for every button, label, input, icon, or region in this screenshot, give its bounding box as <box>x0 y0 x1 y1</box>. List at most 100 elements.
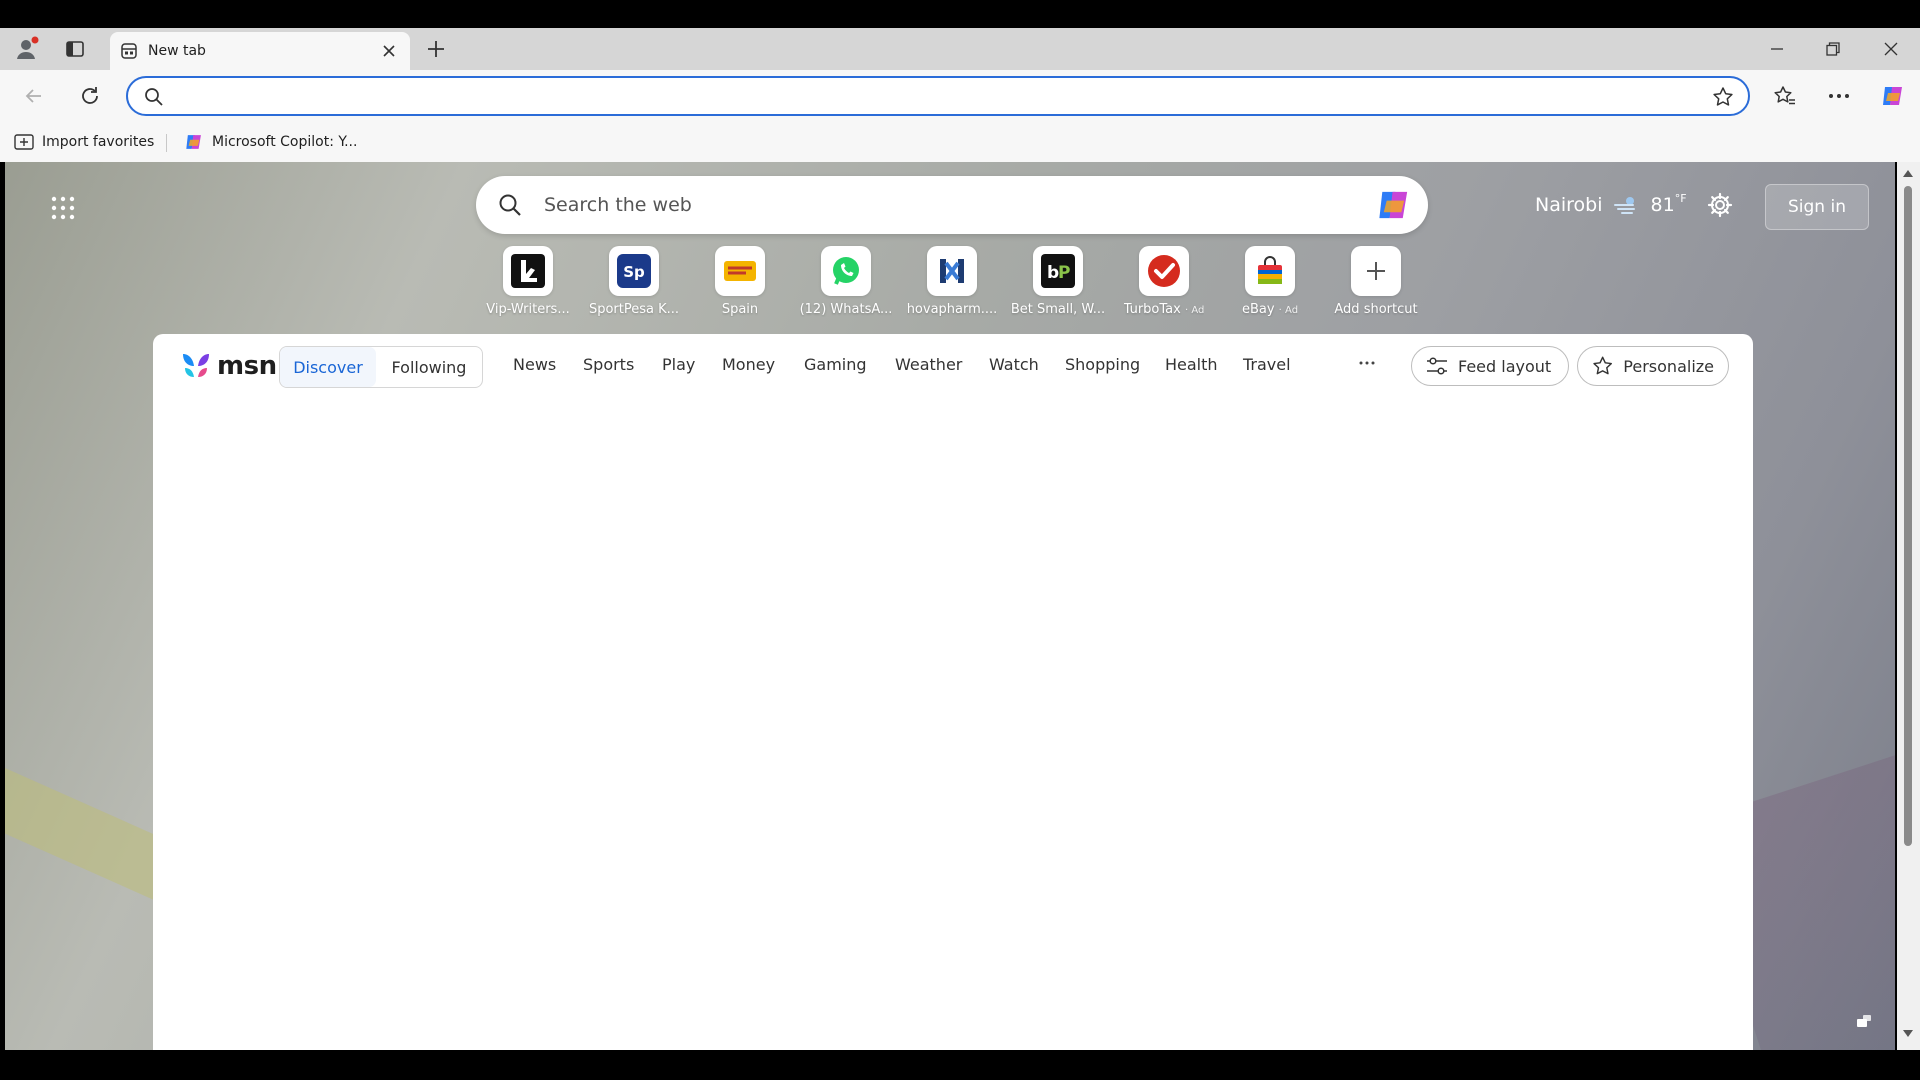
refresh-button[interactable] <box>74 80 106 112</box>
shortcut-label: TurboTax · Ad <box>1123 302 1205 317</box>
close-tab-button[interactable] <box>378 40 400 62</box>
tab-following[interactable]: Following <box>376 347 482 387</box>
more-horizontal-icon <box>1359 361 1375 365</box>
tab-discover[interactable]: Discover <box>280 347 376 387</box>
category-watch[interactable]: Watch <box>989 355 1039 374</box>
profile-button[interactable] <box>10 34 44 64</box>
arrow-left-icon <box>25 89 41 103</box>
tab-actions-icon <box>66 41 84 57</box>
shortcut-label: (12) WhatsA... <box>799 302 893 317</box>
apps-launcher-button[interactable] <box>45 190 81 226</box>
address-input[interactable] <box>172 85 1652 107</box>
gear-icon <box>1707 192 1733 218</box>
search-icon <box>499 194 521 216</box>
restore-icon <box>1826 42 1840 56</box>
vertical-tabs-button[interactable] <box>58 34 92 64</box>
new-tab-page-icon <box>121 43 137 59</box>
shortcut-label: eBay · Ad <box>1241 302 1299 317</box>
import-favorites-button[interactable]: Import favorites <box>14 130 154 154</box>
feed-layout-button[interactable]: Feed layout <box>1411 346 1569 386</box>
profile-icon <box>17 36 39 59</box>
personalize-button[interactable]: Personalize <box>1577 346 1729 386</box>
scrollbar-thumb[interactable] <box>1904 186 1912 846</box>
copilot-icon <box>1883 87 1902 105</box>
hovapharm-logo-icon <box>940 259 964 283</box>
spain-site-logo-icon <box>724 261 756 281</box>
weather-widget[interactable]: Nairobi 81 °F <box>1535 190 1687 220</box>
tab-new-tab[interactable]: New tab <box>110 32 410 70</box>
restore-button[interactable] <box>1810 34 1856 64</box>
address-bar[interactable] <box>126 76 1750 116</box>
shortcut-vip-writers[interactable]: Vip-Writers... <box>475 246 581 324</box>
close-icon <box>383 45 395 57</box>
shortcut-betpawa[interactable]: b P Bet Small, W... <box>1005 246 1111 324</box>
shortcut-label: Vip-Writers... <box>486 302 570 317</box>
close-icon <box>1884 42 1898 56</box>
close-window-button[interactable] <box>1868 34 1914 64</box>
msn-wordmark: msn <box>217 351 277 381</box>
favorites-star-list-icon <box>1774 86 1795 105</box>
star-icon <box>1713 87 1733 106</box>
sportpesa-logo-icon: Sp <box>617 254 651 288</box>
sliders-icon <box>1427 357 1447 375</box>
scroll-up-arrow[interactable] <box>1903 170 1913 177</box>
web-search-input[interactable] <box>544 192 1324 218</box>
copilot-icon <box>1379 191 1408 219</box>
turbotax-logo-icon <box>1148 255 1180 287</box>
search-icon <box>145 88 163 106</box>
minimize-button[interactable] <box>1754 34 1800 64</box>
browser-toolbar <box>0 70 1920 122</box>
shortcut-tile <box>821 246 871 296</box>
shortcut-whatsapp[interactable]: (12) WhatsA... <box>793 246 899 324</box>
new-tab-button[interactable] <box>420 34 452 64</box>
feedback-button[interactable] <box>1852 1010 1876 1034</box>
more-horizontal-icon <box>1829 94 1849 98</box>
category-shopping[interactable]: Shopping <box>1065 355 1140 374</box>
shortcut-tile <box>503 246 553 296</box>
bookmark-label: Microsoft Copilot: Y... <box>212 134 358 150</box>
msn-butterfly-icon <box>183 354 209 377</box>
tab-strip: New tab <box>0 28 1920 70</box>
category-play[interactable]: Play <box>662 355 695 374</box>
settings-more-button[interactable] <box>1822 80 1856 112</box>
favorite-this-page-button[interactable] <box>1712 86 1734 112</box>
category-health[interactable]: Health <box>1165 355 1218 374</box>
category-sports[interactable]: Sports <box>583 355 634 374</box>
shortcut-label: Spain <box>721 302 759 317</box>
web-search-box[interactable] <box>476 176 1428 234</box>
shortcut-sportpesa[interactable]: Sp SportPesa K... <box>581 246 687 324</box>
copilot-button[interactable] <box>1876 80 1910 112</box>
copilot-search-button[interactable] <box>1374 186 1414 228</box>
refresh-icon <box>82 87 98 104</box>
category-news[interactable]: News <box>513 355 556 374</box>
category-travel[interactable]: Travel <box>1243 355 1291 374</box>
new-tab-page: Nairobi 81 °F Sign in Vip-Writers... <box>5 162 1895 1050</box>
whatsapp-icon <box>833 257 859 285</box>
bookmark-microsoft-copilot[interactable]: Microsoft Copilot: Y... <box>184 130 357 154</box>
shortcut-spain[interactable]: Spain <box>687 246 793 324</box>
shortcut-label: Add shortcut <box>1334 302 1418 317</box>
favorites-button[interactable] <box>1768 80 1802 112</box>
category-money[interactable]: Money <box>722 355 775 374</box>
shortcut-turbotax[interactable]: TurboTax · Ad <box>1111 246 1217 324</box>
back-button[interactable] <box>18 80 50 112</box>
add-shortcut-button[interactable]: Add shortcut <box>1323 246 1429 324</box>
page-settings-button[interactable] <box>1703 188 1737 222</box>
more-categories-button[interactable] <box>1353 351 1381 375</box>
import-favorites-label: Import favorites <box>42 134 155 150</box>
shortcut-label: hovapharm.... <box>906 302 998 317</box>
shortcut-tile <box>715 246 765 296</box>
shortcut-tile: Sp <box>609 246 659 296</box>
betpawa-logo-icon: b P <box>1041 254 1075 288</box>
msn-logo[interactable]: msn <box>179 348 277 384</box>
shortcut-tile <box>1245 246 1295 296</box>
feed-mode-toggle: Discover Following <box>279 346 483 388</box>
sign-in-button[interactable]: Sign in <box>1765 184 1869 230</box>
category-weather[interactable]: Weather <box>895 355 962 374</box>
shortcut-tile <box>1351 246 1401 296</box>
category-gaming[interactable]: Gaming <box>804 355 867 374</box>
shortcut-hovapharm[interactable]: hovapharm.... <box>899 246 1005 324</box>
shortcut-ebay[interactable]: eBay · Ad <box>1217 246 1323 324</box>
scroll-down-arrow[interactable] <box>1903 1030 1913 1037</box>
page-scrollbar[interactable] <box>1897 162 1920 1050</box>
